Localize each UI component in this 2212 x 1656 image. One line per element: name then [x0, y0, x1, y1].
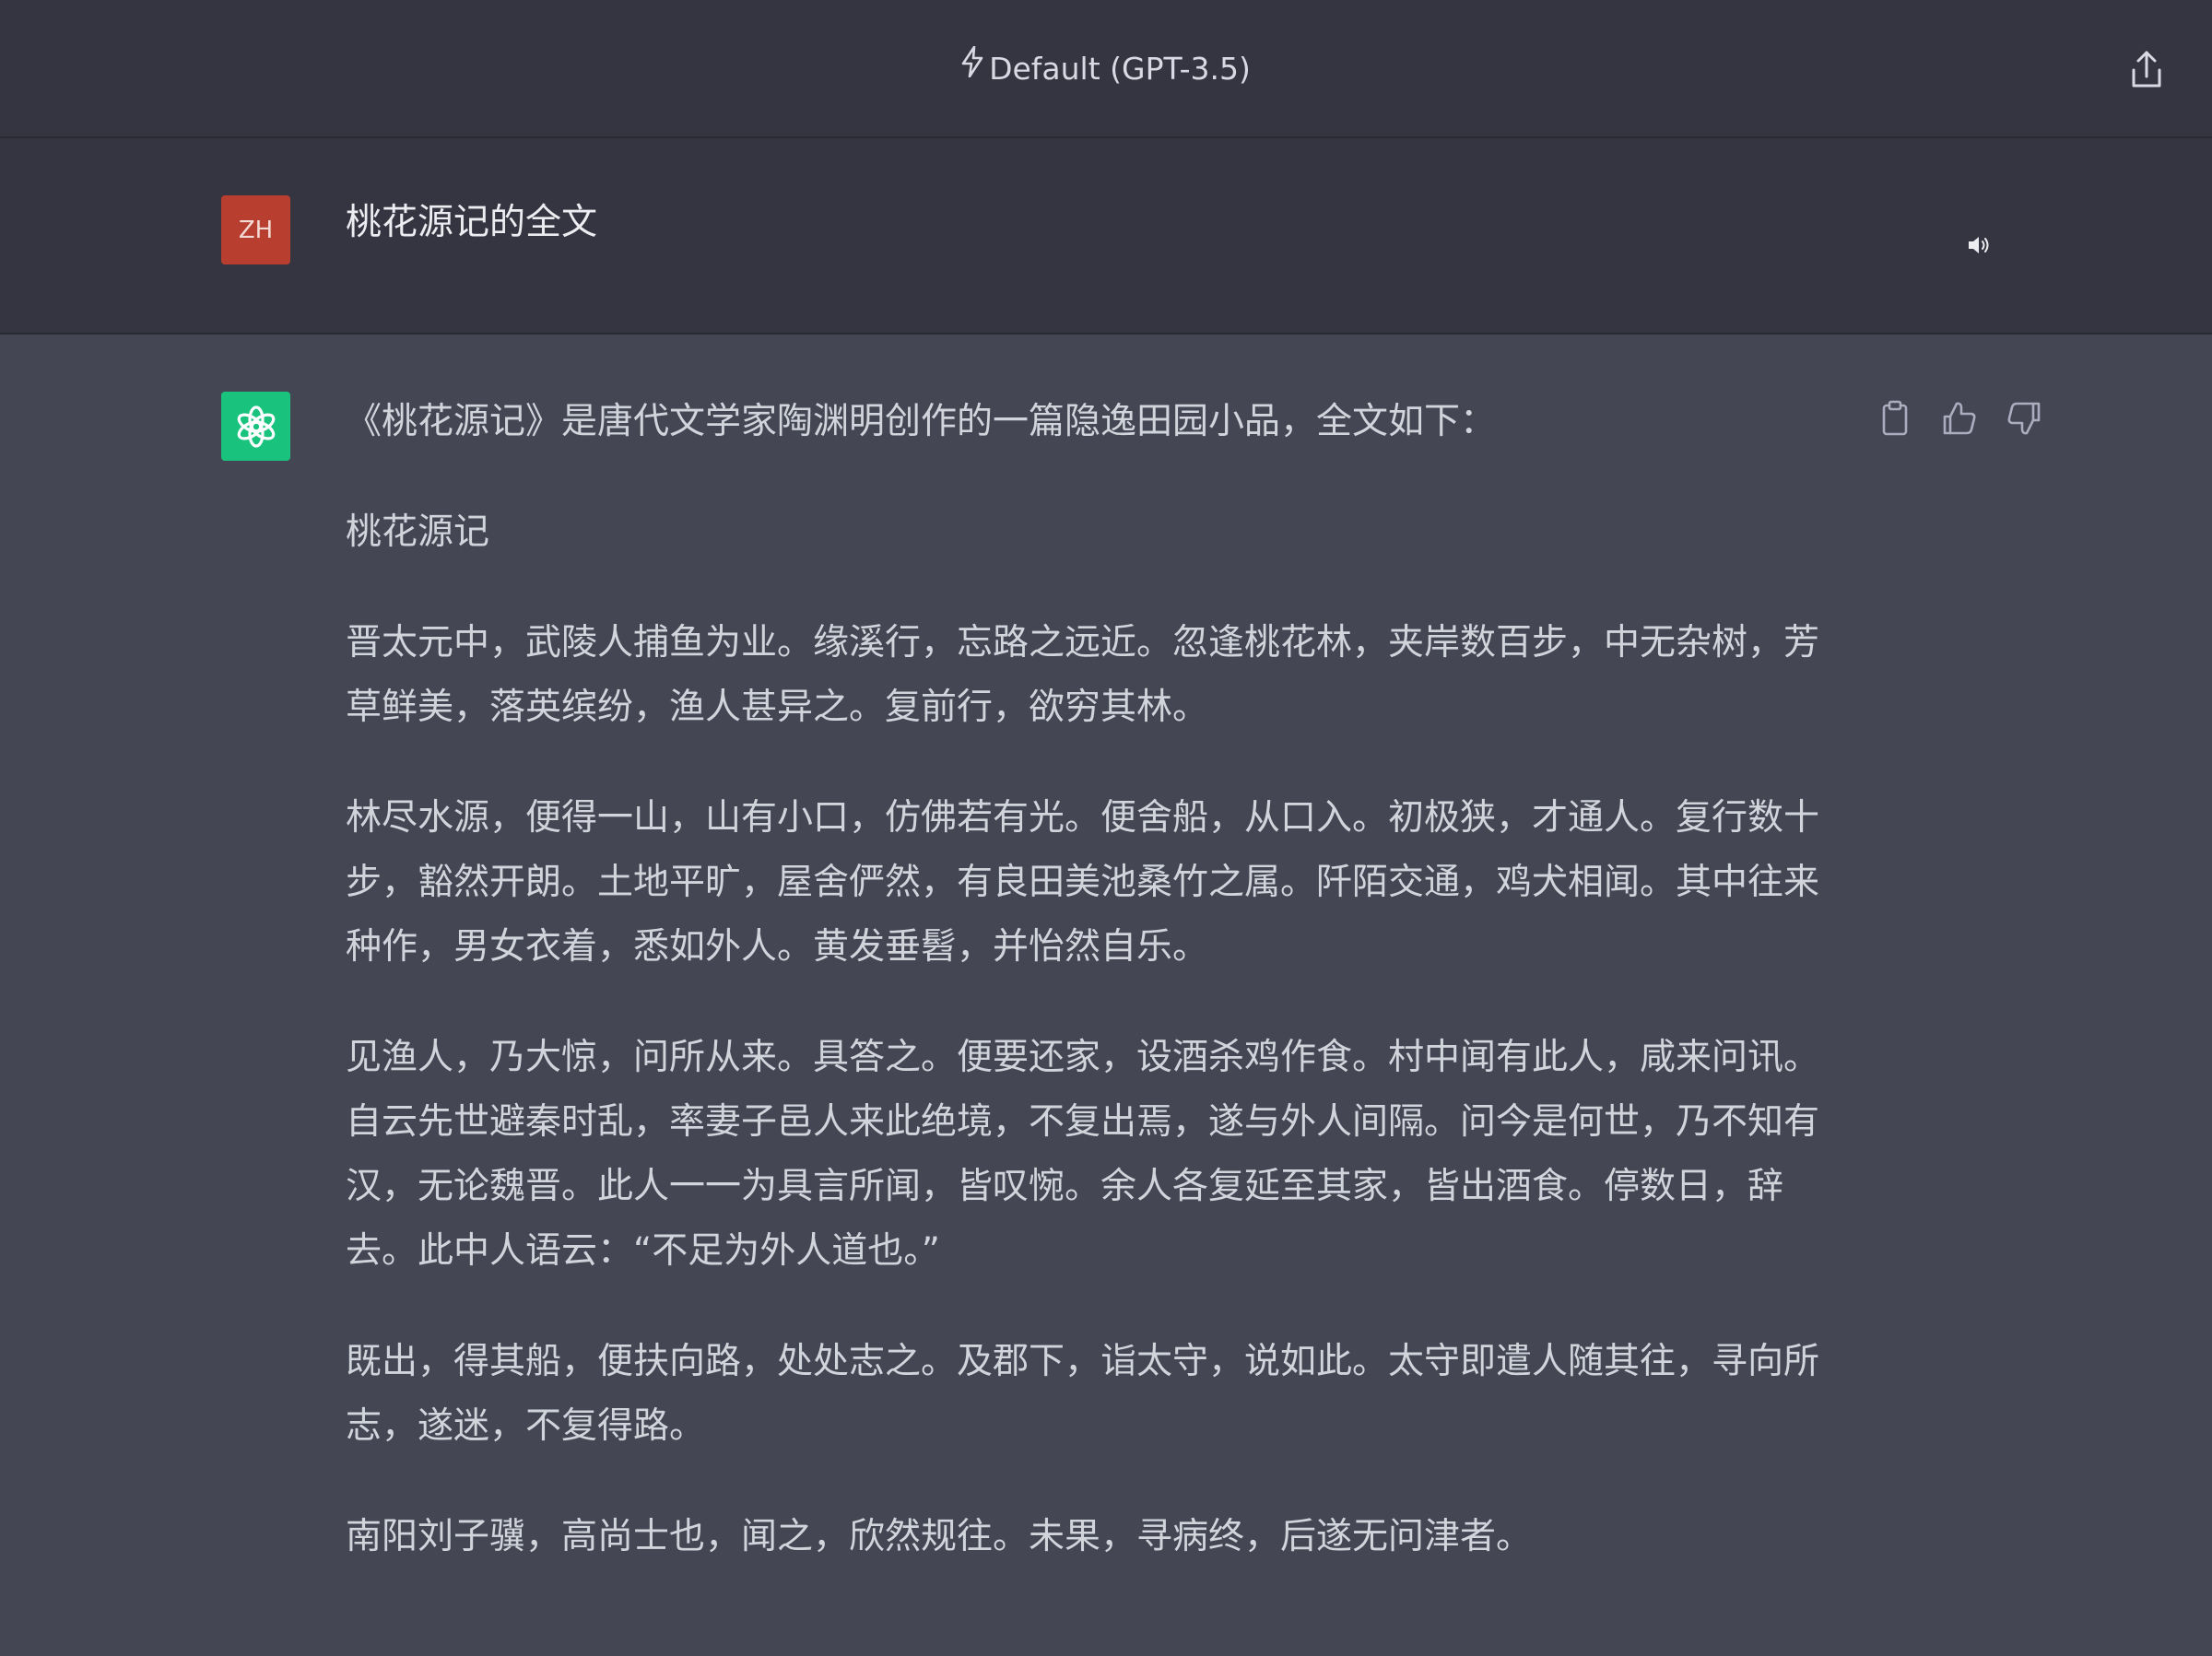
intro-paragraph: 《桃花源记》是唐代文学家陶渊明创作的一篇隐逸田园小品，全文如下： [346, 401, 1497, 442]
top-bar: Default (GPT-3.5) [0, 0, 2212, 138]
assistant-message-content: 《桃花源记》是唐代文学家陶渊明创作的一篇隐逸田园小品，全文如下： 桃花源记 晋太… [346, 390, 1830, 1615]
user-avatar: ZH [221, 195, 290, 264]
essay-paragraph-2: 林尽水源，便得一山，山有小口，仿佛若有光。便舍船，从口入。初极狭，才通人。复行数… [346, 797, 1820, 968]
share-icon[interactable] [2127, 49, 2166, 91]
essay-paragraph-1: 晋太元中，武陵人捕鱼为业。缘溪行，忘路之远近。忽逢桃花林，夹岸数百步，中无杂树，… [346, 622, 1820, 728]
copy-icon[interactable] [1876, 397, 1914, 440]
thumbs-down-icon[interactable] [2005, 397, 2043, 440]
assistant-avatar [221, 392, 290, 461]
thumbs-up-icon[interactable] [1940, 397, 1979, 440]
essay-paragraph-5: 南阳刘子骥，高尚士也，闻之，欣然规往。未果，寻病终，后遂无问津者。 [346, 1516, 1533, 1557]
openai-logo-icon [237, 405, 275, 448]
model-selector[interactable]: Default (GPT-3.5) [0, 44, 2212, 94]
user-avatar-initials: ZH [238, 216, 274, 244]
user-message-row: ZH 桃花源记的全文 [0, 138, 2212, 335]
essay-title: 桃花源记 [346, 511, 490, 553]
essay-paragraph-3: 见渔人，乃大惊，问所从来。具答之。便要还家，设酒杀鸡作食。村中闻有此人，咸来问讯… [346, 1037, 1820, 1272]
user-message-text: 桃花源记的全文 [346, 202, 598, 243]
speaker-icon[interactable] [1965, 231, 1993, 259]
essay-paragraph-4: 既出，得其船，便扶向路，处处志之。及郡下，诣太守，说如此。太守即遣人随其往，寻向… [346, 1341, 1820, 1447]
lightning-icon [961, 44, 983, 90]
model-label-text: Default (GPT-3.5) [989, 51, 1251, 87]
assistant-message-row: 《桃花源记》是唐代文学家陶渊明创作的一篇隐逸田园小品，全文如下： 桃花源记 晋太… [0, 335, 2212, 1656]
